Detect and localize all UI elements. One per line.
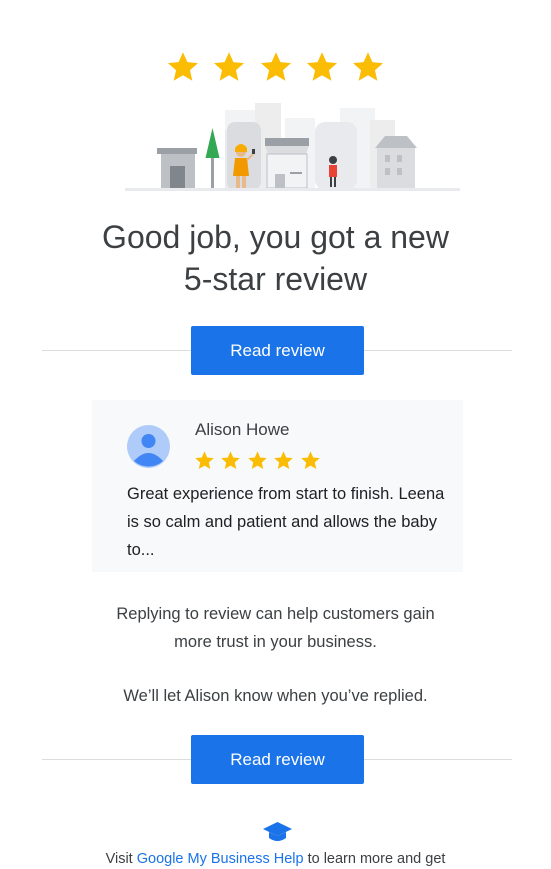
reply-info-line-1: Replying to review can help customers ga… <box>116 605 435 623</box>
star-icon <box>248 451 267 469</box>
notify-text: We’ll let Alison know when you’ve replie… <box>123 687 428 705</box>
star-icon <box>353 52 384 81</box>
star-icon <box>301 451 320 469</box>
star-icon <box>167 52 198 81</box>
footer-text: Visit Google My Business Help to learn m… <box>0 849 551 869</box>
read-review-row-top: Read review <box>42 326 512 376</box>
star-icon <box>221 451 241 469</box>
review-text-line: Great experience from start to finish. L… <box>127 485 445 503</box>
review-card: Alison Howe Great experience from start … <box>92 400 463 572</box>
read-review-row-bottom: Read review <box>42 735 512 785</box>
review-rating-stars <box>194 450 322 476</box>
reply-info-text: Replying to review can help customers ga… <box>0 600 551 656</box>
star-icon <box>306 52 337 81</box>
review-text-line: to... <box>127 541 155 559</box>
star-icon <box>195 451 214 469</box>
graduation-cap-icon <box>263 822 292 841</box>
person-icon <box>127 425 170 468</box>
headline-line-1: Good job, you got a new <box>102 219 449 255</box>
review-text-line: is so calm and patient and allows the ba… <box>127 513 438 531</box>
headline: Good job, you got a new 5-star review <box>0 216 551 300</box>
read-review-button[interactable]: Read review <box>191 326 364 375</box>
reviewer-name: Alison Howe <box>195 420 290 439</box>
star-icon <box>214 52 245 81</box>
review-text: Great experience from start to finish. L… <box>127 480 457 564</box>
reply-info-line-2: more trust in your business. <box>174 633 377 651</box>
street-illustration <box>125 103 460 191</box>
star-icon <box>260 52 291 81</box>
star-icon <box>274 451 294 469</box>
rating-stars-top <box>0 50 551 89</box>
read-review-button[interactable]: Read review <box>191 735 364 784</box>
headline-line-2: 5-star review <box>183 261 368 297</box>
